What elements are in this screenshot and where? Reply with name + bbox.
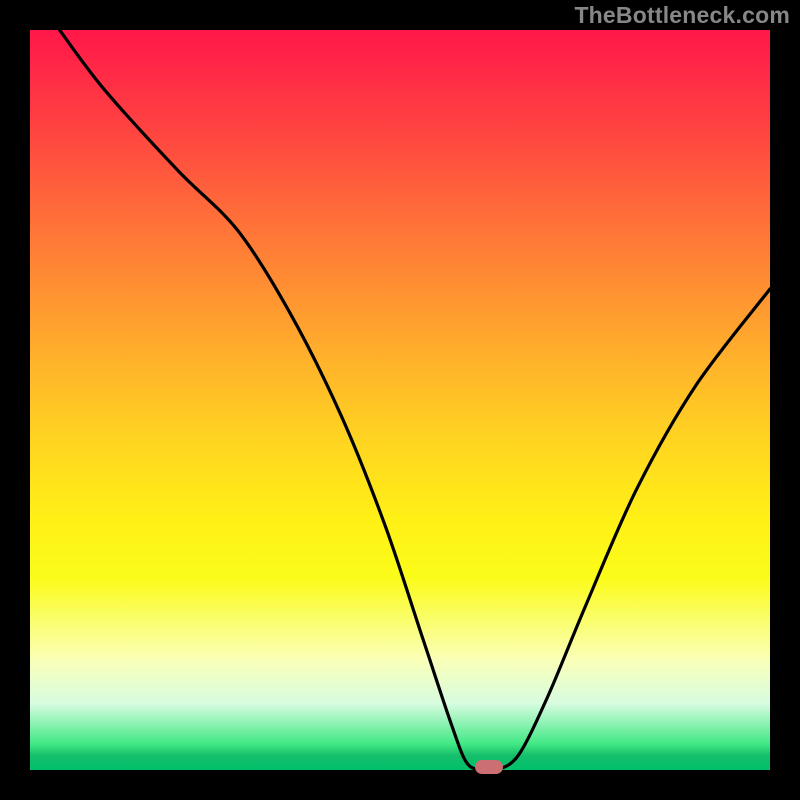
bottleneck-curve [30, 30, 770, 770]
plot-area [30, 30, 770, 770]
optimum-marker [475, 760, 503, 774]
chart-frame: TheBottleneck.com [0, 0, 800, 800]
curve-path [60, 30, 770, 770]
watermark-text: TheBottleneck.com [574, 2, 790, 29]
